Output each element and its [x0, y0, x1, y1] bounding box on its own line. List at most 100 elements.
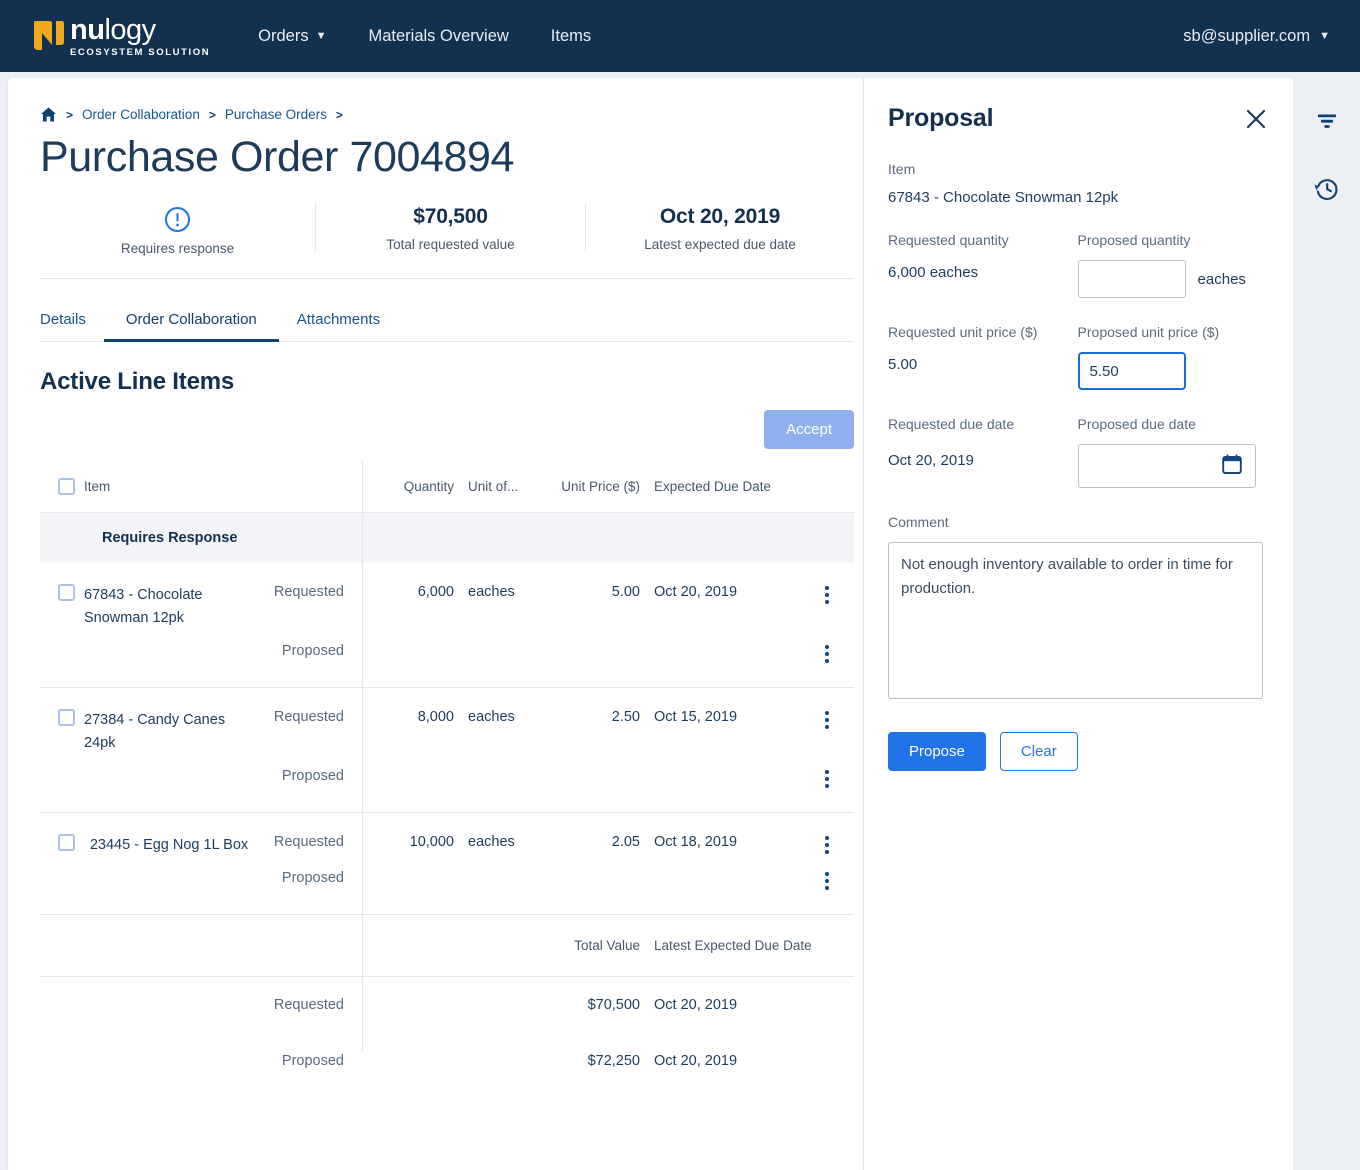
content-card: > Order Collaboration > Purchase Orders …: [8, 78, 1293, 1170]
totals-proposed-value: $72,250: [587, 1053, 640, 1069]
clear-button[interactable]: Clear: [999, 732, 1078, 771]
home-icon[interactable]: [40, 106, 57, 123]
row-checkbox[interactable]: [58, 584, 75, 601]
proposal-quantity-block: Requested quantity 6,000 eaches Proposed…: [888, 232, 1269, 298]
table-row: 67843 - Chocolate Snowman 12pk Requested…: [40, 563, 854, 688]
table-row-proposed: Proposed: [40, 630, 854, 687]
row-requested-unit-price: 2.50: [611, 709, 640, 725]
row-checkbox[interactable]: [58, 834, 75, 851]
user-menu[interactable]: sb@supplier.com ▼: [1183, 0, 1330, 72]
table-row-proposed: Proposed: [40, 857, 854, 914]
right-tool-rail: [1293, 78, 1360, 1170]
kebab-menu-icon[interactable]: [800, 834, 854, 854]
tab-details[interactable]: Details: [40, 301, 86, 341]
proposal-panel-title: Proposal: [888, 104, 994, 132]
column-header-item: Item: [84, 479, 111, 494]
top-navigation-bar: nulogy ECOSYSTEM SOLUTION Orders ▼ Mater…: [0, 0, 1360, 72]
kebab-menu-icon[interactable]: [800, 584, 854, 604]
tab-order-collaboration[interactable]: Order Collaboration: [103, 301, 279, 342]
row-select-cell: [40, 834, 84, 851]
nav-item-items[interactable]: Items: [551, 27, 591, 46]
totals-proposed-latest-due: Oct 20, 2019: [654, 1053, 738, 1069]
totals-header-row: Total Value Latest Expected Due Date: [40, 915, 854, 977]
kebab-menu-icon[interactable]: [800, 709, 854, 729]
brand-logo[interactable]: nulogy ECOSYSTEM SOLUTION: [32, 0, 210, 72]
brand-wordmark: nulogy: [70, 15, 210, 45]
row-label-requested: Requested: [273, 709, 344, 725]
chevron-down-icon: ▼: [1319, 30, 1330, 42]
requested-unit-price-value: 5.00: [888, 356, 918, 373]
filter-icon[interactable]: [1310, 104, 1344, 138]
nav-item-materials-overview-label: Materials Overview: [368, 26, 509, 45]
nav-item-orders-label: Orders: [258, 26, 309, 45]
breadcrumb-item-purchase-orders[interactable]: Purchase Orders: [225, 107, 327, 122]
row-requested-uom: eaches: [468, 834, 515, 850]
totals-label-proposed: Proposed: [281, 1053, 344, 1069]
tab-attachments[interactable]: Attachments: [297, 301, 380, 341]
table-actions: Accept: [40, 410, 854, 449]
comment-label: Comment: [888, 514, 949, 530]
row-requested-unit-price: 5.00: [611, 584, 640, 600]
requested-due-date-group: Requested due date Oct 20, 2019: [888, 416, 1078, 488]
row-select-cell: [40, 709, 84, 726]
proposal-item-value: 67843 - Chocolate Snowman 12pk: [888, 189, 1119, 206]
row-proposed-actions-cell: [800, 768, 854, 788]
proposal-item-block: Item 67843 - Chocolate Snowman 12pk: [888, 161, 1269, 206]
history-icon[interactable]: [1310, 172, 1344, 206]
proposed-quantity-input[interactable]: [1077, 260, 1186, 298]
row-label-requested: Requested: [273, 584, 344, 600]
main-content-column: > Order Collaboration > Purchase Orders …: [8, 78, 863, 1170]
row-requested-due-date: Oct 18, 2019: [654, 834, 738, 850]
row-requested-due-date: Oct 20, 2019: [654, 584, 738, 600]
table-row: 27384 - Candy Canes 24pk Requested 8,000…: [40, 688, 854, 813]
proposal-unit-price-block: Requested unit price ($) 5.00 Proposed u…: [888, 324, 1269, 390]
breadcrumb-separator: >: [208, 107, 216, 122]
row-proposed-actions-cell: [800, 870, 854, 890]
row-item-name: 23445 - Egg Nog 1L Box: [89, 837, 249, 853]
summary-cell-latest-due-date: Oct 20, 2019: [659, 205, 781, 228]
row-requested-unit-price: 2.05: [611, 834, 640, 850]
table-row-requested: 23445 - Egg Nog 1L Box Requested 10,000 …: [40, 813, 854, 857]
alert-circle-icon: [164, 205, 191, 233]
nav-item-orders[interactable]: Orders ▼: [258, 27, 326, 46]
row-item-name: 67843 - Chocolate Snowman 12pk: [84, 587, 203, 626]
row-requested-quantity: 10,000: [409, 834, 454, 850]
totals-requested-value: $70,500: [587, 997, 640, 1013]
propose-button[interactable]: Propose: [888, 732, 986, 771]
table-header-row: Item Quantity Unit of... Unit Price ($) …: [40, 461, 854, 513]
requested-quantity-group: Requested quantity 6,000 eaches: [888, 232, 1078, 298]
nav-item-materials-overview[interactable]: Materials Overview: [369, 27, 509, 46]
kebab-menu-icon[interactable]: [800, 643, 854, 663]
summary-cell-total-value: $70,500 Total requested value: [315, 203, 585, 252]
select-all-checkbox[interactable]: [58, 478, 75, 495]
row-requested-quantity: 6,000: [417, 584, 454, 600]
row-requested-uom: eaches: [468, 709, 515, 725]
row-item-name: 27384 - Candy Canes 24pk: [84, 712, 226, 751]
column-header-quantity: Quantity: [403, 479, 454, 494]
proposal-panel-header: Proposal: [888, 104, 1269, 133]
accept-button[interactable]: Accept: [764, 410, 854, 449]
kebab-menu-icon[interactable]: [800, 768, 854, 788]
proposed-unit-price-input[interactable]: [1077, 352, 1186, 390]
proposed-quantity-row: eaches: [1077, 260, 1269, 298]
totals-header-total-value: Total Value: [574, 938, 640, 953]
column-header-unit-price: Unit Price ($): [561, 479, 640, 494]
breadcrumb-item-order-collaboration[interactable]: Order Collaboration: [82, 107, 200, 122]
totals-requested-latest-due: Oct 20, 2019: [654, 997, 738, 1013]
totals-row-requested: Requested $70,500 Oct 20, 2019: [40, 977, 854, 1033]
brand-word-light: logy: [104, 13, 156, 46]
summary-cell-status-label: Requires response: [120, 241, 235, 256]
close-icon[interactable]: [1243, 106, 1269, 132]
proposal-item-label: Item: [888, 161, 916, 177]
kebab-menu-icon[interactable]: [800, 870, 854, 890]
proposed-due-date-input[interactable]: [1077, 444, 1256, 488]
row-requested-actions-cell: [800, 834, 854, 854]
table-row-requested: 67843 - Chocolate Snowman 12pk Requested…: [40, 563, 854, 630]
requested-due-date-label: Requested due date: [888, 416, 1015, 432]
row-checkbox[interactable]: [58, 709, 75, 726]
table-row: 23445 - Egg Nog 1L Box Requested 10,000 …: [40, 813, 854, 915]
comment-textarea[interactable]: Not enough inventory available to order …: [888, 542, 1263, 699]
row-select-cell: [40, 584, 84, 601]
column-header-uom: Unit of...: [468, 479, 519, 494]
summary-cell-total-value-amount: $70,500: [413, 205, 488, 228]
